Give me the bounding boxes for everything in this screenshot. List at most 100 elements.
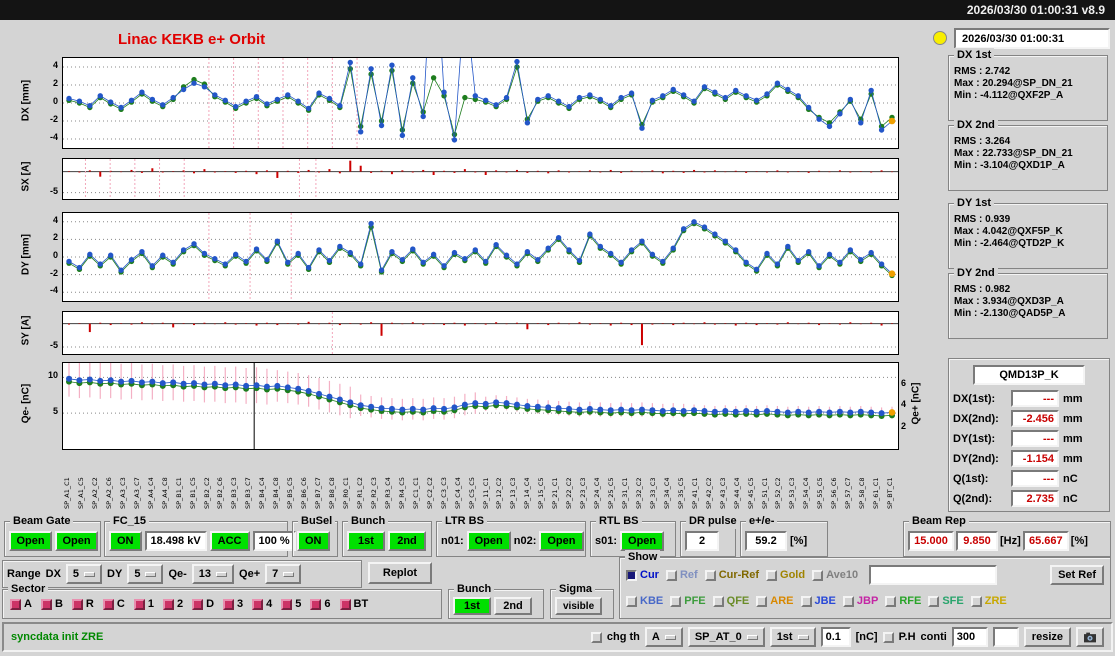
fc15-acc-button[interactable]: ACC xyxy=(209,531,250,551)
sector-checkbox[interactable] xyxy=(339,598,351,610)
sector-checkbox[interactable] xyxy=(71,598,83,610)
show-toggle-ave10[interactable]: Ave10 xyxy=(812,569,858,581)
show-toggle-cur-ref[interactable]: Cur-Ref xyxy=(704,569,759,581)
show-toggle-ref[interactable]: Ref xyxy=(665,569,698,581)
chg-th-checkbox[interactable] xyxy=(590,631,602,643)
axis-tick: -4 xyxy=(49,285,58,296)
range-qem-select[interactable]: 13 xyxy=(191,564,235,584)
show-checkbox[interactable] xyxy=(626,569,637,581)
show-checkbox[interactable] xyxy=(800,595,812,607)
show-toggle-kbe[interactable]: KBE xyxy=(626,595,663,607)
range-dy-select[interactable]: 5 xyxy=(127,564,164,584)
bpm-label: SP_R1_C2 xyxy=(355,477,364,509)
threshold-input[interactable] xyxy=(820,627,851,647)
sector-toggle-bt[interactable]: BT xyxy=(339,598,368,610)
linac-orbit-app: 2026/03/30 01:00:31 v8.9 Linac KEKB e+ O… xyxy=(0,0,1115,656)
bpm-label: SP_31_C1 xyxy=(621,477,629,510)
monitor-row-unit: mm xyxy=(1063,412,1083,425)
sector-toggle-a[interactable]: A xyxy=(10,598,32,610)
show-checkbox[interactable] xyxy=(704,569,716,581)
show-toggle-jbe[interactable]: JBE xyxy=(800,595,836,607)
show-checkbox[interactable] xyxy=(626,595,637,607)
camera-button[interactable] xyxy=(1076,627,1104,647)
sector-toggle-b[interactable]: B xyxy=(40,598,63,610)
show-checkbox[interactable] xyxy=(928,595,940,607)
sector-checkbox[interactable] xyxy=(162,598,174,610)
bpm-label: SP_61_C1 xyxy=(872,477,881,510)
beam-gate-open-1-button[interactable]: Open xyxy=(9,531,52,551)
show-checkbox[interactable] xyxy=(665,569,677,581)
show-toggle-sfe[interactable]: SFE xyxy=(928,595,964,607)
sector-label: 6 xyxy=(324,598,331,610)
sector-toggle-5[interactable]: 5 xyxy=(281,598,301,610)
sector-checkbox[interactable] xyxy=(133,598,145,610)
bunch-1st-button[interactable]: 1st xyxy=(347,531,385,551)
stats-line: Min : -3.104@QXD1P_A xyxy=(954,160,1065,171)
count-input[interactable] xyxy=(951,627,988,647)
show-checkbox[interactable] xyxy=(712,595,724,607)
show-checkbox[interactable] xyxy=(885,595,897,607)
monitor-row-value: -2.456 xyxy=(1011,410,1059,427)
bpm-label: SP_B8_C8 xyxy=(328,477,336,509)
show-checkbox[interactable] xyxy=(670,595,682,607)
rtl-s01-open-button[interactable]: Open xyxy=(620,531,665,551)
ltr-n02-open-button[interactable]: Open xyxy=(539,531,584,551)
show-checkbox[interactable] xyxy=(756,595,768,607)
sector-toggle-3[interactable]: 3 xyxy=(223,598,243,610)
show-toggle-rfe[interactable]: RFE xyxy=(885,595,921,607)
show-toggle-are[interactable]: ARE xyxy=(756,595,794,607)
replot-button[interactable]: Replot xyxy=(368,562,432,584)
busel-on-button[interactable]: ON xyxy=(297,531,330,551)
show-toggle-zre[interactable]: ZRE xyxy=(970,595,1007,607)
show-checkbox[interactable] xyxy=(766,569,778,581)
beam-status-indicator xyxy=(933,31,947,45)
sector-checkbox[interactable] xyxy=(102,598,114,610)
range-dx-select[interactable]: 5 xyxy=(65,564,103,584)
sector-checkbox[interactable] xyxy=(310,598,322,610)
ylabel-sx: SX [A] xyxy=(20,161,32,192)
sector-checkbox[interactable] xyxy=(223,598,235,610)
ref-name-input[interactable] xyxy=(869,565,998,585)
show-label: RFE xyxy=(899,595,922,607)
ltr-bs-group: LTR BS n01: Open n02: Open xyxy=(436,514,586,557)
bunch-filter-2nd-button[interactable]: 2nd xyxy=(494,597,532,615)
monitor-name-field[interactable]: QMD13P_K xyxy=(973,365,1085,385)
ltr-n01-open-button[interactable]: Open xyxy=(466,531,511,551)
sigma-group-label: Sigma xyxy=(556,582,596,597)
show-toggle-cur[interactable]: Cur xyxy=(626,569,659,581)
fc15-on-button[interactable]: ON xyxy=(109,531,142,551)
show-checkbox[interactable] xyxy=(842,595,854,607)
sigma-visible-toggle[interactable]: visible xyxy=(555,597,603,615)
set-ref-button[interactable]: Set Ref xyxy=(1050,565,1104,585)
ph-checkbox[interactable] xyxy=(882,631,894,643)
show-toggle-gold[interactable]: Gold xyxy=(766,569,805,581)
beam-gate-open-2-button[interactable]: Open xyxy=(55,531,98,551)
sector-checkbox[interactable] xyxy=(281,598,293,610)
sector-toggle-d[interactable]: D xyxy=(192,598,214,610)
sector-checkbox[interactable] xyxy=(192,598,204,610)
bunch-2nd-button[interactable]: 2nd xyxy=(388,531,426,551)
aux-input[interactable] xyxy=(992,627,1019,647)
show-checkbox[interactable] xyxy=(812,569,824,581)
sector-toggle-c[interactable]: C xyxy=(102,598,125,610)
sp-at-select[interactable]: SP_AT_0 xyxy=(687,627,765,647)
sector-checkbox[interactable] xyxy=(10,598,21,610)
range-qep-select[interactable]: 7 xyxy=(265,564,302,584)
sector-toggle-6[interactable]: 6 xyxy=(310,598,331,610)
axis-tick: 0 xyxy=(52,250,58,260)
show-toggle-pfe[interactable]: PFE xyxy=(670,595,706,607)
bunch-select[interactable]: 1st xyxy=(769,627,816,647)
sector-toggle-r[interactable]: R xyxy=(71,598,94,610)
sector-label: C xyxy=(116,598,125,610)
resize-button[interactable]: resize xyxy=(1023,627,1071,647)
sector-toggle-1[interactable]: 1 xyxy=(133,598,154,610)
channel-select[interactable]: A xyxy=(644,627,683,647)
sector-toggle-2[interactable]: 2 xyxy=(162,598,183,610)
show-checkbox[interactable] xyxy=(970,595,982,607)
show-toggle-jbp[interactable]: JBP xyxy=(842,595,878,607)
bunch-filter-1st-button[interactable]: 1st xyxy=(453,597,491,615)
sector-checkbox[interactable] xyxy=(40,598,52,610)
show-toggle-qfe[interactable]: QFE xyxy=(712,595,749,607)
sector-checkbox[interactable] xyxy=(252,598,264,610)
sector-toggle-4[interactable]: 4 xyxy=(252,598,272,610)
